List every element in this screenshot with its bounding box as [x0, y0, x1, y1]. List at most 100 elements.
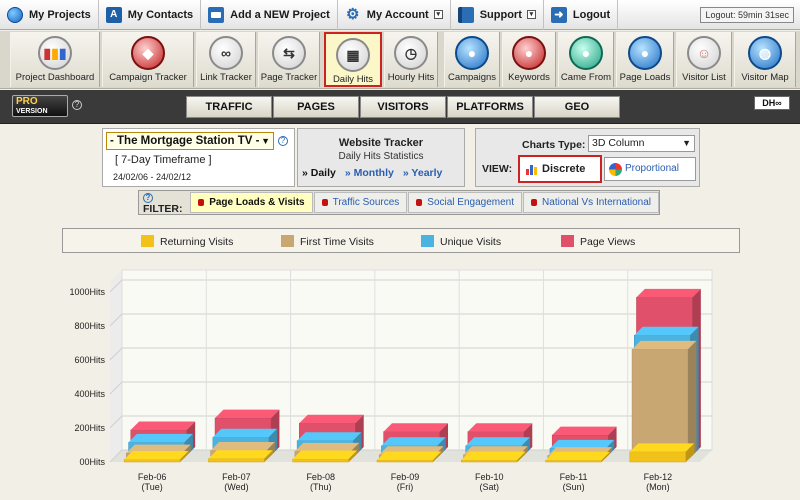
charts-type-value: 3D Column [592, 137, 645, 149]
nav-add-project[interactable]: Add a NEW Project [201, 0, 338, 30]
period-yearly-link[interactable]: » Yearly [403, 167, 443, 179]
toolbar-label: Page Tracker [260, 72, 318, 83]
date-range: 24/02/06 - 24/02/12 [113, 172, 192, 182]
filter-label-text: FILTER: [143, 202, 183, 215]
nav-logout[interactable]: ➜ Logout [544, 0, 619, 30]
bar-top [128, 433, 193, 443]
bar [292, 458, 349, 463]
view-panel: Charts Type: 3D Column ▼ VIEW: Discrete P… [475, 128, 700, 187]
toolbar-label: Keywords [508, 72, 550, 83]
logout-icon: ➜ [550, 6, 567, 23]
toolbar-label: Link Tracker [200, 72, 252, 83]
toolbar-link-tracker[interactable]: ∞ Link Tracker [196, 32, 256, 87]
toolbar-label: Visitor List [682, 72, 726, 83]
proportional-view-button[interactable]: Proportional [604, 157, 696, 181]
toolbar-label: Page Loads [619, 72, 671, 83]
x-tick-label: (Fri) [397, 482, 414, 492]
page-tracker-icon: ⇆ [272, 36, 306, 70]
charts-type-select[interactable]: 3D Column ▼ [588, 135, 695, 152]
toolbar-page-tracker[interactable]: ⇆ Page Tracker [258, 32, 320, 87]
legend-item[interactable]: Returning Visits [141, 235, 233, 248]
period-daily-link[interactable]: » Daily [302, 167, 336, 179]
bar-top [297, 432, 362, 441]
nav-support[interactable]: Support ▾ [451, 0, 544, 30]
legend-item[interactable]: Unique Visits [421, 235, 501, 248]
toolbar-label: Campaign Tracker [109, 72, 187, 83]
tab-geo[interactable]: GEO [534, 96, 620, 118]
help-icon[interactable]: ? [72, 100, 82, 110]
visitor-list-icon: ☺ [687, 36, 721, 70]
chevron-down-icon: ▼ [682, 138, 691, 148]
bar-top [632, 340, 697, 350]
section-tabs: TRAFFIC PAGES VISITORS PLATFORMS GEO [186, 96, 621, 118]
proportional-label: Proportional [625, 163, 679, 174]
bar-top [208, 450, 273, 459]
bar-top [130, 421, 196, 430]
nav-my-contacts[interactable]: A My Contacts [99, 0, 202, 30]
legend-item[interactable]: Page Views [561, 235, 635, 248]
x-tick-label: (Sat) [480, 482, 500, 492]
toolbar-campaign-tracker[interactable]: ◆ Campaign Tracker [102, 32, 194, 87]
globe-icon [7, 6, 23, 23]
tab-platforms[interactable]: PLATFORMS [447, 96, 533, 118]
toolbar-visitor-map[interactable]: ◍ Visitor Map [734, 32, 796, 87]
tab-traffic[interactable]: TRAFFIC [186, 96, 272, 118]
discrete-view-button[interactable]: Discrete [518, 155, 602, 183]
toolbar-visitor-list[interactable]: ☺ Visitor List [676, 32, 732, 87]
help-icon[interactable]: ? [278, 136, 288, 146]
filter-tab-traffic-sources[interactable]: Traffic Sources [313, 192, 408, 213]
x-tick-label: Feb-08 [306, 472, 335, 482]
bar [376, 459, 434, 463]
filter-tab-national-vs-international[interactable]: National Vs International [523, 192, 659, 213]
section-bar: PRO VERSION ? TRAFFIC PAGES VISITORS PLAT… [0, 90, 800, 124]
bar [123, 459, 181, 463]
tab-pages[interactable]: PAGES [273, 96, 359, 118]
project-select-value: - The Mortgage Station TV - [110, 135, 260, 147]
toolbar-daily-hits[interactable]: ▦ Daily Hits [324, 32, 382, 87]
bar [461, 459, 518, 463]
toolbar-page-loads[interactable]: ● Page Loads [616, 32, 674, 87]
help-icon[interactable]: ? [143, 192, 153, 203]
nav-label: My Account [366, 8, 429, 21]
came-from-icon: ● [569, 36, 603, 70]
bar-top [545, 451, 610, 461]
clock-icon: ◷ [394, 36, 428, 70]
toolbar-project-dashboard[interactable]: ▮ ▮ ▮ Project Dashboard [10, 32, 100, 87]
legend-item[interactable]: First Time Visits [281, 235, 374, 248]
bar-top [634, 326, 699, 336]
chevron-down-icon [141, 235, 154, 247]
period-monthly-link[interactable]: » Monthly [345, 167, 394, 179]
legend-label: Unique Visits [440, 236, 502, 248]
x-tick-label: (Thu) [310, 482, 332, 492]
x-tick-label: Feb-09 [391, 472, 420, 482]
filter-tab-page-loads-visits[interactable]: Page Loads & Visits [190, 192, 313, 213]
bar-top [467, 423, 533, 432]
bullet-icon [531, 199, 538, 206]
x-tick-label: (Sun) [563, 482, 585, 492]
chart-back-wall [121, 269, 713, 451]
filter-tab-social-engagement[interactable]: Social Engagement [408, 192, 523, 213]
bar-top [377, 451, 442, 460]
calendar-icon: ▦ [336, 38, 370, 72]
bar-chart-icon [526, 165, 537, 175]
book-icon [457, 6, 474, 23]
tab-visitors[interactable]: VISITORS [360, 96, 446, 118]
project-select[interactable]: - The Mortgage Station TV - ▼ [106, 132, 274, 150]
filter-tab-label: Traffic Sources [332, 197, 400, 208]
logout-timer: Logout: 59min 31sec [700, 7, 794, 23]
bullet-icon [198, 199, 205, 206]
y-tick-label: 200Hits [74, 423, 105, 433]
toolbar-came-from[interactable]: ● Came From [558, 32, 614, 87]
y-tick-label: 600Hits [74, 355, 105, 365]
bar-top [465, 437, 531, 446]
toolbar-hourly-hits[interactable]: ◷ Hourly Hits [384, 32, 438, 87]
nav-my-projects[interactable]: My Projects [0, 0, 99, 30]
tracker-panel: Website Tracker Daily Hits Statistics » … [297, 128, 465, 187]
toolbar-keywords[interactable]: ● Keywords [502, 32, 556, 87]
x-tick-label: (Mon) [646, 482, 670, 492]
nav-my-account[interactable]: ⚙ My Account ▾ [338, 0, 451, 30]
toolbar-campaigns[interactable]: ● Campaigns [444, 32, 500, 87]
bar-top [294, 442, 360, 452]
y-tick-label: 800Hits [74, 321, 105, 331]
bar-top [210, 442, 276, 451]
